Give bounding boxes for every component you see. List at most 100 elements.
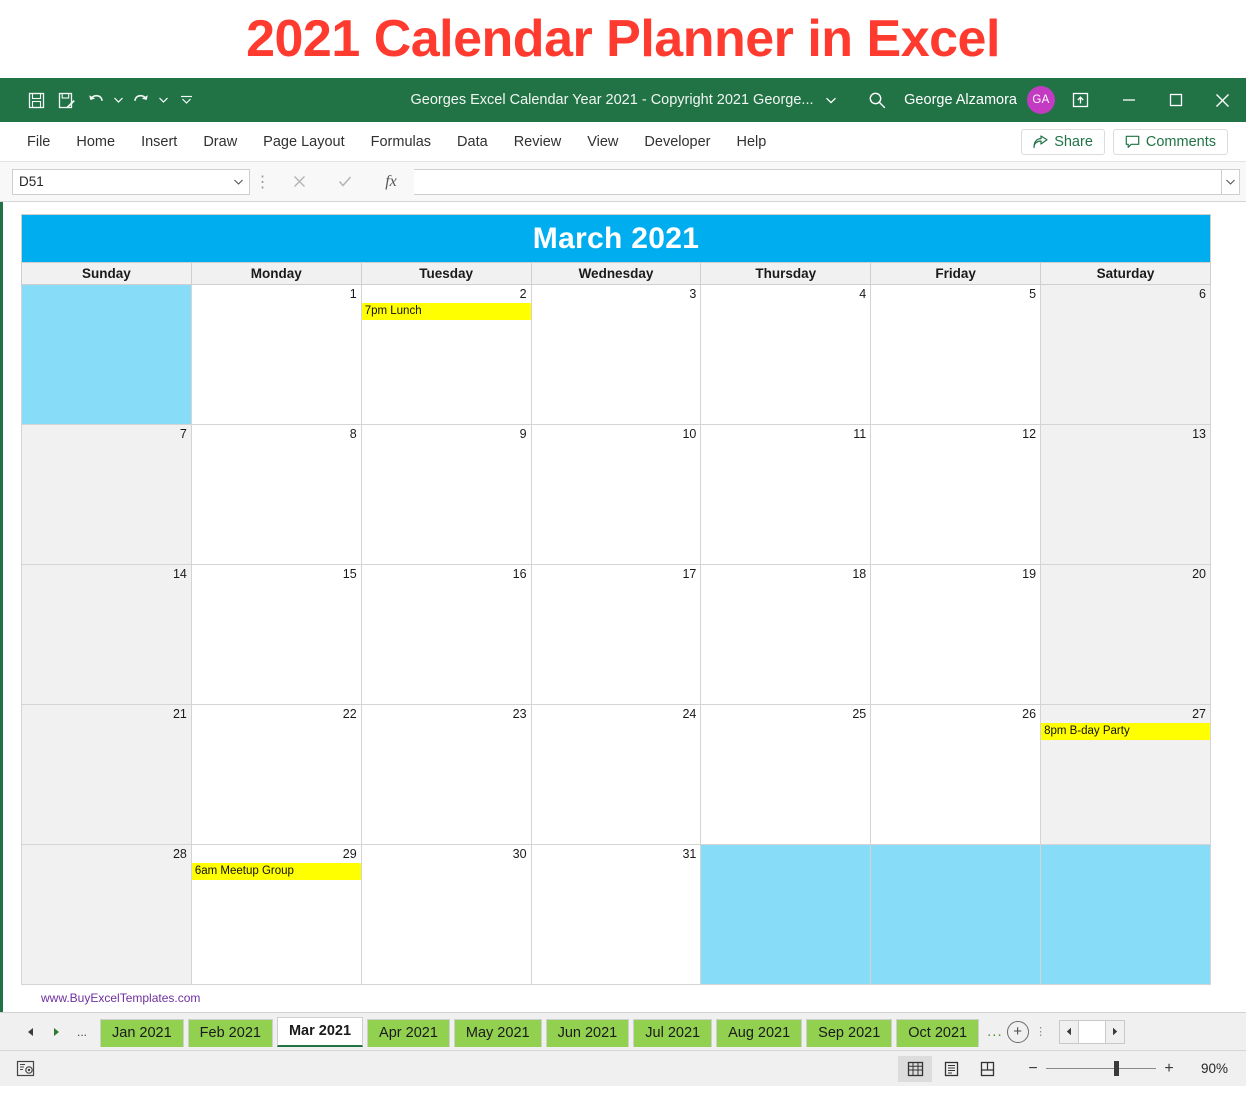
calendar-day-cell[interactable]: 26 xyxy=(870,704,1042,845)
zoom-out-button[interactable]: − xyxy=(1020,1060,1046,1078)
calendar-day-cell[interactable]: 5 xyxy=(870,284,1042,425)
sheet-tab-jun-2021[interactable]: Jun 2021 xyxy=(545,1018,630,1047)
confirm-formula-icon[interactable] xyxy=(322,169,368,195)
calendar-day-cell[interactable]: 20 xyxy=(1040,564,1211,705)
ribbon-tab-file[interactable]: File xyxy=(14,128,63,156)
title-dropdown-icon[interactable] xyxy=(825,97,836,104)
sheet-tab-feb-2021[interactable]: Feb 2021 xyxy=(187,1018,273,1047)
ribbon-tab-page-layout[interactable]: Page Layout xyxy=(250,128,357,156)
page-layout-view-icon[interactable] xyxy=(934,1056,968,1082)
calendar-day-cell[interactable] xyxy=(1040,844,1211,985)
calendar-day-cell[interactable]: 4 xyxy=(700,284,872,425)
calendar-day-cell[interactable]: 3 xyxy=(530,284,702,425)
redo-icon[interactable] xyxy=(127,86,155,114)
ribbon-tab-home[interactable]: Home xyxy=(63,128,128,156)
calendar-day-cell[interactable]: 22 xyxy=(190,704,362,845)
calendar-day-cell[interactable]: 13 xyxy=(1040,424,1211,565)
undo-icon[interactable] xyxy=(82,86,110,114)
customize-quick-access-icon[interactable] xyxy=(172,86,200,114)
normal-view-icon[interactable] xyxy=(898,1055,932,1082)
zoom-slider-thumb[interactable] xyxy=(1114,1061,1119,1076)
calendar-day-cell[interactable]: 16 xyxy=(360,564,532,705)
formula-bar-grip[interactable]: ⋮ xyxy=(250,172,276,192)
calendar-day-cell[interactable]: 18 xyxy=(700,564,872,705)
horizontal-scroll-grip[interactable]: ⋮ xyxy=(1033,1025,1049,1038)
calendar-day-cell[interactable]: 19 xyxy=(870,564,1042,705)
calendar-day-cell[interactable]: 17 xyxy=(530,564,702,705)
calendar-day-cell[interactable]: 1 xyxy=(190,284,362,425)
ribbon-tab-view[interactable]: View xyxy=(574,128,631,156)
autosave-edit-icon[interactable] xyxy=(52,86,80,114)
undo-dropdown-icon[interactable] xyxy=(112,86,125,114)
sheet-tab-jul-2021[interactable]: Jul 2021 xyxy=(633,1018,713,1047)
calendar-day-cell[interactable]: 14 xyxy=(21,564,192,705)
calendar-day-cell[interactable]: 25 xyxy=(700,704,872,845)
calendar-day-cell[interactable]: 30 xyxy=(360,844,532,985)
expand-formula-bar-icon[interactable] xyxy=(1222,168,1240,195)
sheet-tab-may-2021[interactable]: May 2021 xyxy=(453,1018,542,1047)
calendar-day-cell[interactable]: 23 xyxy=(360,704,532,845)
calendar-day-cell[interactable]: 7 xyxy=(21,424,192,565)
calendar-day-cell[interactable]: 6 xyxy=(1040,284,1211,425)
sheet-tab-apr-2021[interactable]: Apr 2021 xyxy=(367,1018,450,1047)
next-sheet-icon[interactable] xyxy=(44,1019,68,1045)
search-icon[interactable] xyxy=(854,78,900,122)
scroll-left-icon[interactable] xyxy=(1060,1021,1078,1043)
ribbon-tab-insert[interactable]: Insert xyxy=(128,128,190,156)
calendar-day-cell[interactable]: 28 xyxy=(21,844,192,985)
save-icon[interactable] xyxy=(22,86,50,114)
calendar-event[interactable]: 7pm Lunch xyxy=(361,303,531,320)
account-name[interactable]: George Alzamora xyxy=(900,92,1027,108)
scroll-right-icon[interactable] xyxy=(1106,1021,1124,1043)
ribbon-tab-review[interactable]: Review xyxy=(501,128,575,156)
zoom-level-label[interactable]: 90% xyxy=(1182,1061,1228,1076)
calendar-day-cell[interactable]: 21 xyxy=(21,704,192,845)
calendar-day-cell[interactable]: 31 xyxy=(530,844,702,985)
redo-dropdown-icon[interactable] xyxy=(157,86,170,114)
sheet-tab-mar-2021[interactable]: Mar 2021 xyxy=(276,1016,364,1047)
add-sheet-button[interactable]: + xyxy=(1006,1020,1029,1043)
sheet-overflow-right[interactable]: ... xyxy=(987,1023,1003,1040)
ribbon-tab-draw[interactable]: Draw xyxy=(190,128,250,156)
ribbon-display-options-icon[interactable] xyxy=(1055,78,1105,122)
sheet-tab-jan-2021[interactable]: Jan 2021 xyxy=(100,1018,184,1047)
record-macro-icon[interactable] xyxy=(12,1057,38,1081)
calendar-day-cell[interactable] xyxy=(21,284,192,425)
name-box[interactable]: D51 xyxy=(12,168,250,195)
minimize-button[interactable] xyxy=(1105,78,1152,122)
horizontal-scrollbar[interactable] xyxy=(1058,1019,1125,1044)
zoom-in-button[interactable]: + xyxy=(1156,1060,1182,1078)
calendar-day-cell[interactable] xyxy=(870,844,1042,985)
page-break-preview-icon[interactable] xyxy=(970,1056,1004,1082)
calendar-day-cell[interactable]: 15 xyxy=(190,564,362,705)
zoom-slider[interactable] xyxy=(1046,1061,1156,1076)
calendar-day-cell[interactable]: 10 xyxy=(530,424,702,565)
sheet-tab-oct-2021[interactable]: Oct 2021 xyxy=(896,1018,980,1047)
template-source-link[interactable]: www.BuyExcelTemplates.com xyxy=(21,991,1228,1005)
maximize-restore-button[interactable] xyxy=(1152,78,1199,122)
insert-function-icon[interactable]: fx xyxy=(368,169,414,195)
calendar-day-cell[interactable]: 9 xyxy=(360,424,532,565)
calendar-day-cell[interactable]: 27 8pm B-day Party xyxy=(1040,704,1211,845)
close-button[interactable] xyxy=(1199,78,1246,122)
share-button[interactable]: Share xyxy=(1021,128,1105,155)
sheet-tab-aug-2021[interactable]: Aug 2021 xyxy=(716,1018,803,1047)
ribbon-tab-help[interactable]: Help xyxy=(724,128,780,156)
ribbon-tab-data[interactable]: Data xyxy=(444,128,501,156)
calendar-day-cell[interactable] xyxy=(700,844,872,985)
previous-sheet-icon[interactable] xyxy=(18,1019,42,1045)
scrollbar-thumb[interactable] xyxy=(1077,1020,1106,1043)
comments-button[interactable]: Comments xyxy=(1112,128,1228,155)
calendar-day-cell[interactable]: 24 xyxy=(530,704,702,845)
calendar-event[interactable]: 6am Meetup Group xyxy=(191,863,361,880)
formula-input[interactable] xyxy=(414,168,1222,195)
ribbon-tab-formulas[interactable]: Formulas xyxy=(358,128,444,156)
calendar-day-cell[interactable]: 12 xyxy=(870,424,1042,565)
calendar-event[interactable]: 8pm B-day Party xyxy=(1041,723,1210,740)
ribbon-tab-developer[interactable]: Developer xyxy=(631,128,723,156)
cancel-formula-icon[interactable] xyxy=(276,169,322,195)
calendar-day-cell[interactable]: 8 xyxy=(190,424,362,565)
sheet-overflow-left[interactable]: ... xyxy=(70,1019,94,1045)
name-box-dropdown-icon[interactable] xyxy=(234,179,243,185)
avatar[interactable]: GA xyxy=(1027,86,1055,114)
